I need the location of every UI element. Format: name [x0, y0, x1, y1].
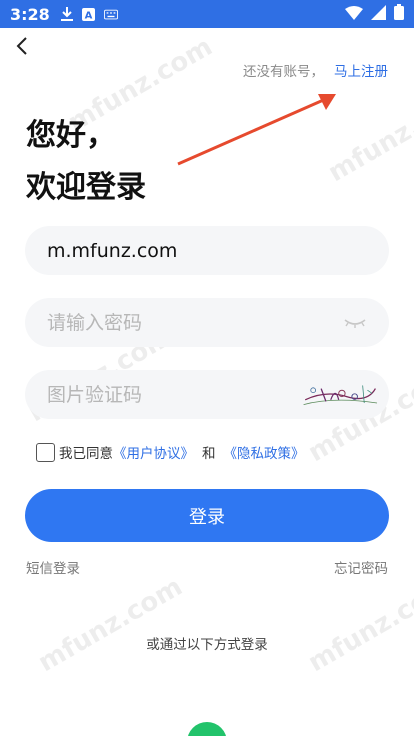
- watermark: mfunz.com: [303, 571, 414, 679]
- register-link[interactable]: 马上注册: [334, 60, 388, 80]
- no-account-text: 还没有账号，: [243, 64, 324, 80]
- sms-login-link[interactable]: 短信登录: [26, 557, 80, 577]
- forgot-password-link[interactable]: 忘记密码: [334, 557, 388, 577]
- wechat-login-icon[interactable]: [187, 722, 227, 736]
- password-field[interactable]: [25, 298, 389, 347]
- app-a-icon: A: [82, 7, 96, 21]
- watermark: mfunz.com: [323, 81, 414, 189]
- captcha-image[interactable]: [302, 375, 379, 415]
- chevron-left-icon: [16, 37, 28, 59]
- eye-closed-icon[interactable]: [343, 315, 367, 331]
- download-icon: [60, 7, 74, 21]
- keyboard-icon: [103, 7, 118, 21]
- captcha-field[interactable]: [25, 370, 389, 419]
- annotation-arrow: [177, 94, 336, 166]
- password-input[interactable]: [47, 311, 343, 334]
- headline-line2: 欢迎登录: [26, 170, 146, 205]
- watermark: mfunz.com: [33, 571, 188, 679]
- status-bar: 3:28 A: [0, 0, 414, 28]
- agree-prefix: 我已同意: [59, 446, 113, 462]
- wifi-icon: [345, 5, 363, 24]
- agree-and: 和: [202, 446, 216, 462]
- signal-icon: [371, 4, 386, 24]
- welcome-headline: 您好， 欢迎登录: [26, 110, 146, 214]
- account-field[interactable]: [25, 226, 389, 275]
- status-time: 3:28: [10, 4, 50, 24]
- account-input[interactable]: [47, 239, 367, 262]
- register-row: 还没有账号， 马上注册: [243, 60, 388, 80]
- back-button[interactable]: [10, 36, 34, 60]
- privacy-policy-link[interactable]: 《隐私政策》: [224, 442, 305, 462]
- other-login-text: 或通过以下方式登录: [146, 637, 268, 653]
- status-right: [345, 4, 404, 24]
- battery-icon: [394, 4, 404, 24]
- svg-text:A: A: [85, 10, 93, 21]
- agree-checkbox[interactable]: [36, 442, 55, 462]
- login-button[interactable]: 登录: [25, 489, 389, 542]
- user-agreement-link[interactable]: 《用户协议》: [113, 442, 194, 462]
- headline-line1: 您好，: [26, 118, 116, 153]
- agreement-row: 我已同意 《用户协议》 和 《隐私政策》: [36, 442, 305, 462]
- captcha-input[interactable]: [47, 383, 303, 406]
